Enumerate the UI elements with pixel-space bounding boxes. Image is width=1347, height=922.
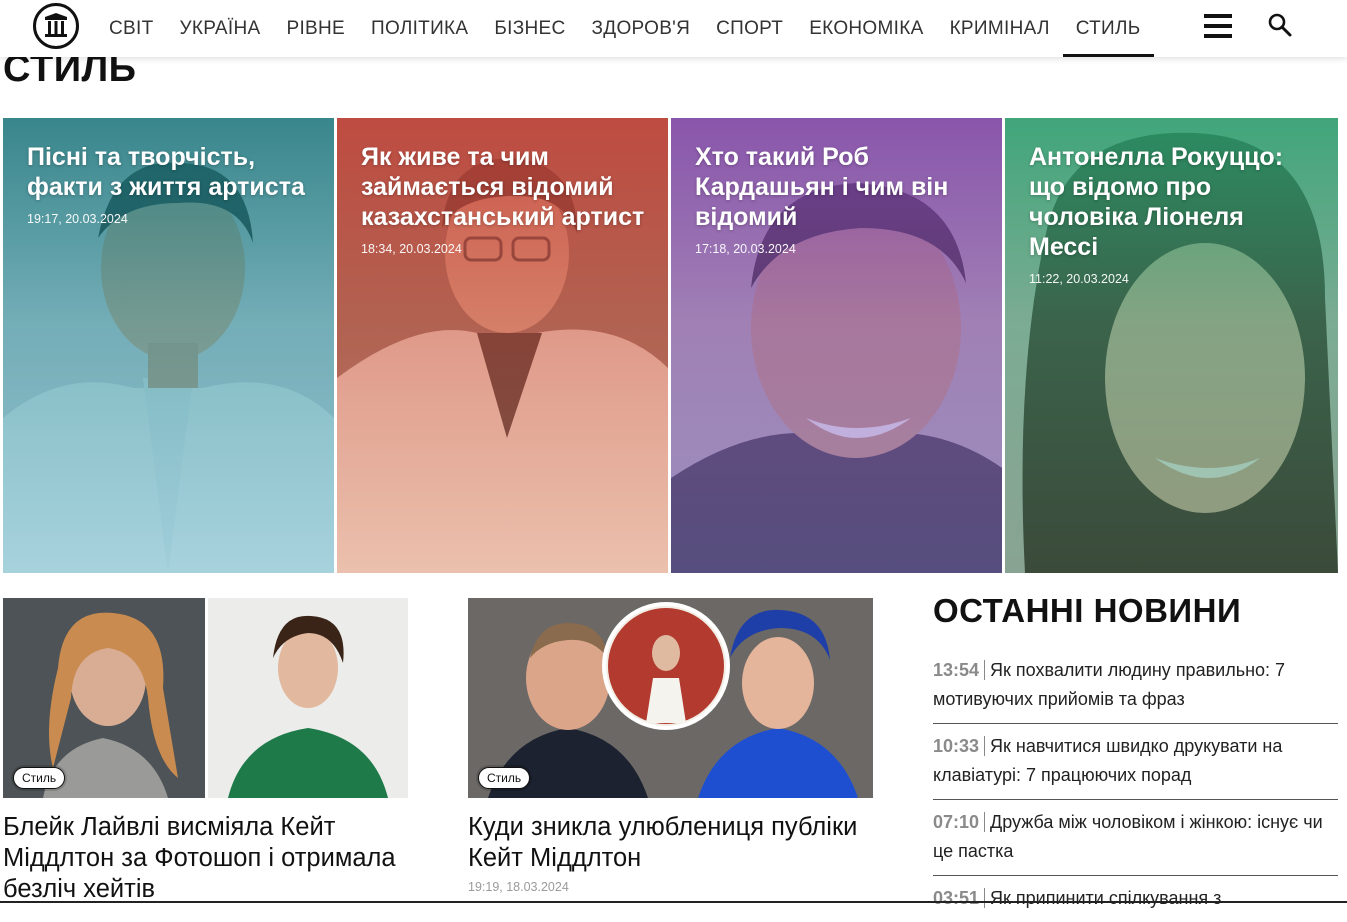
hero-title[interactable]: Пісні та творчість, факти з життя артист… [27, 142, 314, 202]
news-list: 13:54 Як похвалити людину правильно: 7 мо… [933, 648, 1338, 922]
article-date: 19:19, 18.03.2024 [468, 880, 569, 894]
hero-date: 11:22, 20.03.2024 [1029, 272, 1129, 286]
article-image-2[interactable]: Стиль [468, 598, 873, 798]
nav-item-health[interactable]: ЗДОРОВ'Я [579, 0, 704, 57]
hero-date: 19:17, 20.03.2024 [27, 212, 128, 226]
article-image-1[interactable]: Стиль [3, 598, 408, 798]
news-text[interactable]: Як припинити спілкування з [990, 888, 1221, 908]
news-text[interactable]: Як похвалити людину правильно: 7 мотивую… [933, 660, 1285, 709]
article-title[interactable]: Блейк Лайвлі висміяла Кейт Міддлтон за Ф… [3, 812, 408, 905]
article-card-1[interactable]: Стиль Блейк Лайвлі висміяла Кейт Міддлто… [3, 598, 408, 905]
article-card-2[interactable]: Стиль Куди зникла улюблениця публіки Кей… [468, 598, 873, 894]
hero-card-1[interactable]: Пісні та творчість, факти з життя артист… [3, 118, 334, 573]
latest-news-title: ОСТАННІ НОВИНИ [933, 592, 1242, 629]
nav-item-world[interactable]: СВІТ [96, 0, 166, 57]
hero-title[interactable]: Як живе та чим займається відомий казахс… [361, 142, 648, 232]
search-icon[interactable] [1266, 11, 1294, 39]
news-item[interactable]: 13:54 Як похвалити людину правильно: 7 мо… [933, 648, 1338, 724]
news-time: 03:51 [933, 888, 986, 908]
menu-icon[interactable] [1204, 14, 1232, 38]
hero-card-4[interactable]: Антонелла Рокуццо: що відомо про чоловік… [1005, 118, 1338, 573]
nav-item-sport[interactable]: СПОРТ [703, 0, 796, 57]
news-time: 13:54 [933, 660, 986, 680]
news-item[interactable]: 03:51 Як припинити спілкування з [933, 876, 1338, 922]
nav-item-economy[interactable]: ЕКОНОМІКА [796, 0, 936, 57]
nav-item-ukraine[interactable]: УКРАЇНА [166, 0, 273, 57]
main-nav: СВІТ УКРАЇНА РІВНЕ ПОЛІТИКА БІЗНЕС ЗДОРО… [96, 0, 1154, 57]
news-time: 07:10 [933, 812, 986, 832]
site-header: СВІТ УКРАЇНА РІВНЕ ПОЛІТИКА БІЗНЕС ЗДОРО… [0, 0, 1347, 57]
news-text[interactable]: Як навчитися швидко друкувати на клавіат… [933, 736, 1282, 785]
nav-item-style[interactable]: СТИЛЬ [1062, 0, 1154, 57]
latest-news: ОСТАННІ НОВИНИ 13:54 Як похвалити людину … [933, 592, 1338, 922]
nav-item-politics[interactable]: ПОЛІТИКА [358, 0, 481, 57]
hero-date: 18:34, 20.03.2024 [361, 242, 462, 256]
news-item[interactable]: 10:33 Як навчитися швидко друкувати на кл… [933, 724, 1338, 800]
news-time: 10:33 [933, 736, 986, 756]
hero-date: 17:18, 20.03.2024 [695, 242, 796, 256]
news-item[interactable]: 07:10 Дружба між чоловіком і жінкою: існу… [933, 800, 1338, 876]
hero-card-2[interactable]: Як живе та чим займається відомий казахс… [337, 118, 668, 573]
article-title[interactable]: Куди зникла улюблениця публіки Кейт Мідд… [468, 812, 873, 874]
news-text[interactable]: Дружба між чоловіком і жінкою: існує чи … [933, 812, 1323, 861]
hero-title[interactable]: Антонелла Рокуццо: що відомо про чоловік… [1029, 142, 1318, 262]
nav-item-business[interactable]: БІЗНЕС [481, 0, 578, 57]
nav-item-crime[interactable]: КРИМІНАЛ [937, 0, 1063, 57]
category-badge[interactable]: Стиль [478, 767, 531, 789]
logo-icon[interactable] [33, 3, 79, 49]
category-badge[interactable]: Стиль [13, 767, 66, 789]
hero-title[interactable]: Хто такий Роб Кардашьян і чим він відоми… [695, 142, 982, 232]
hero-card-3[interactable]: Хто такий Роб Кардашьян і чим він відоми… [671, 118, 1002, 573]
nav-item-rivne[interactable]: РІВНЕ [273, 0, 358, 57]
